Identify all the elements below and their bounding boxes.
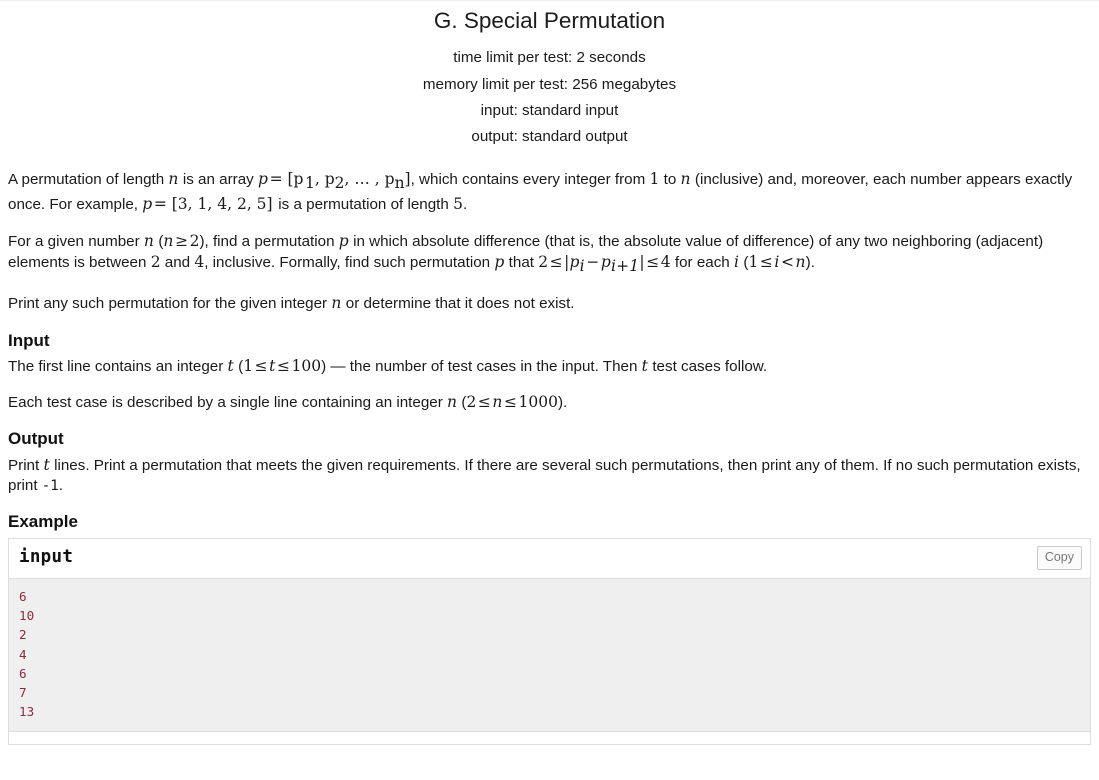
math-eq: = [p: [269, 169, 304, 188]
input-paragraph-1: The first line contains an integer t (1≤…: [8, 356, 1091, 377]
text-frag: , inclusive. Formally, find such permuta…: [204, 254, 495, 272]
math-le: ≤: [549, 253, 563, 272]
text-frag: or determine that it does not exist.: [341, 294, 575, 312]
text-frag: to: [659, 170, 681, 188]
text-frag: ), find a permutation: [199, 232, 339, 250]
math-2: 2: [466, 393, 477, 412]
math-5: 5: [453, 194, 463, 213]
math-4: 4: [660, 253, 671, 272]
math-abs-close: |: [639, 253, 645, 272]
text-frag: A permutation of length: [8, 170, 169, 188]
legend-paragraph-3: Print any such permutation for the given…: [8, 293, 1091, 314]
math-frag: , … , p: [344, 169, 395, 188]
output-section: Output Print t lines. Print a permutatio…: [8, 428, 1091, 496]
text-frag: ).: [558, 394, 568, 412]
math-1: 1: [243, 356, 254, 375]
math-n: n: [331, 293, 342, 312]
math-2: 2: [189, 231, 200, 250]
math-p: p: [257, 169, 269, 188]
math-le: ≤: [254, 356, 268, 375]
math-abs-open: |p: [564, 253, 580, 272]
text-frag: For a given number: [8, 232, 144, 250]
text-frag: that: [504, 254, 539, 272]
text-frag: Print: [8, 456, 44, 474]
text-frag: for each: [670, 254, 734, 272]
math-t: t: [269, 356, 276, 375]
math-le: ≤: [504, 393, 518, 412]
input-section: Input The first line contains an integer…: [8, 330, 1091, 414]
example-section: Example input Copy 6 10 2 4 6 7 13: [8, 511, 1091, 746]
time-limit: time limit per test: 2 seconds: [453, 49, 646, 67]
math-sub-2: 2: [334, 173, 345, 192]
example-heading: Example: [8, 511, 78, 531]
math-sub-n: n: [394, 173, 405, 192]
text-frag: is an array: [178, 170, 258, 188]
math-ge: ≥: [175, 231, 189, 250]
math-p: p: [142, 194, 153, 213]
sample-input-label: input: [19, 547, 74, 568]
math-array: = [3, 1, 4, 2, 5]: [153, 194, 273, 213]
math-n: n: [163, 231, 174, 250]
math-n: n: [143, 231, 155, 250]
math-le: ≤: [477, 393, 491, 412]
text-frag: lines. Print a permutation that meets th…: [8, 456, 1081, 494]
output-paragraph-1: Print t lines. Print a permutation that …: [8, 455, 1091, 496]
math-2: 2: [150, 253, 161, 272]
text-frag: (: [154, 232, 164, 250]
legend-paragraph-1: A permutation of length n is an array p=…: [8, 169, 1091, 215]
page-title: G. Special Permutation: [433, 8, 666, 33]
problem-page: G. Special Permutation time limit per te…: [0, 0, 1099, 746]
input-paragraph-2: Each test case is described by a single …: [8, 392, 1091, 413]
math-sub-i1: i+1: [610, 257, 640, 276]
math-1000: 1000: [518, 393, 558, 412]
text-frag: .: [58, 476, 64, 494]
math-1: 1: [649, 169, 660, 188]
sample-output-block-partial: [8, 732, 1091, 746]
problem-legend: A permutation of length n is an array p=…: [8, 169, 1091, 314]
math-le: ≤: [646, 253, 660, 272]
math-n: n: [168, 169, 179, 188]
text-frag: and: [160, 254, 195, 272]
text-frag: Print any such permutation for the given…: [8, 294, 332, 312]
math-lt: <: [780, 253, 794, 272]
output-spec: output: standard output: [471, 127, 628, 145]
text-frag: Each test case is described by a single …: [8, 394, 448, 412]
math-n: n: [447, 393, 458, 412]
code-minus-one: -1: [41, 477, 59, 494]
text-frag: , which contains every integer from: [410, 170, 650, 188]
math-100: 100: [291, 356, 322, 375]
math-p: p: [600, 253, 611, 272]
math-frag: , p: [314, 169, 335, 188]
sample-input-block: input Copy 6 10 2 4 6 7 13: [9, 539, 1090, 732]
sample-input-data[interactable]: 6 10 2 4 6 7 13: [9, 579, 1090, 732]
text-frag: test cases follow.: [648, 357, 768, 375]
math-p: p: [494, 253, 505, 272]
math-1: 1: [748, 253, 759, 272]
text-frag: .: [462, 195, 468, 213]
text-frag: ) — the number of test cases in the inpu…: [321, 357, 642, 375]
math-le: ≤: [277, 356, 291, 375]
math-n: n: [795, 253, 806, 272]
text-frag: (: [233, 357, 244, 375]
math-le: ≤: [759, 253, 773, 272]
math-4: 4: [194, 253, 205, 272]
sample-test: input Copy 6 10 2 4 6 7 13: [8, 538, 1091, 733]
math-sub-1: 1: [304, 173, 315, 192]
math-n: n: [492, 393, 503, 412]
output-heading: Output: [8, 429, 64, 449]
copy-button[interactable]: Copy: [1036, 546, 1082, 570]
text-frag: The first line contains an integer: [8, 357, 228, 375]
text-frag: is a permutation of length: [274, 195, 454, 213]
problem-header: G. Special Permutation time limit per te…: [8, 1, 1091, 150]
math-n: n: [680, 169, 691, 188]
input-spec: input: standard input: [480, 101, 619, 119]
sample-input-title-bar: input Copy: [9, 539, 1090, 580]
legend-paragraph-2: For a given number n (n≥2), find a permu…: [8, 231, 1091, 277]
text-frag: ).: [805, 254, 815, 272]
math-2: 2: [538, 253, 549, 272]
math-minus: −: [586, 253, 600, 272]
math-p: p: [338, 231, 349, 250]
input-heading: Input: [8, 330, 50, 350]
memory-limit: memory limit per test: 256 megabytes: [422, 75, 677, 93]
